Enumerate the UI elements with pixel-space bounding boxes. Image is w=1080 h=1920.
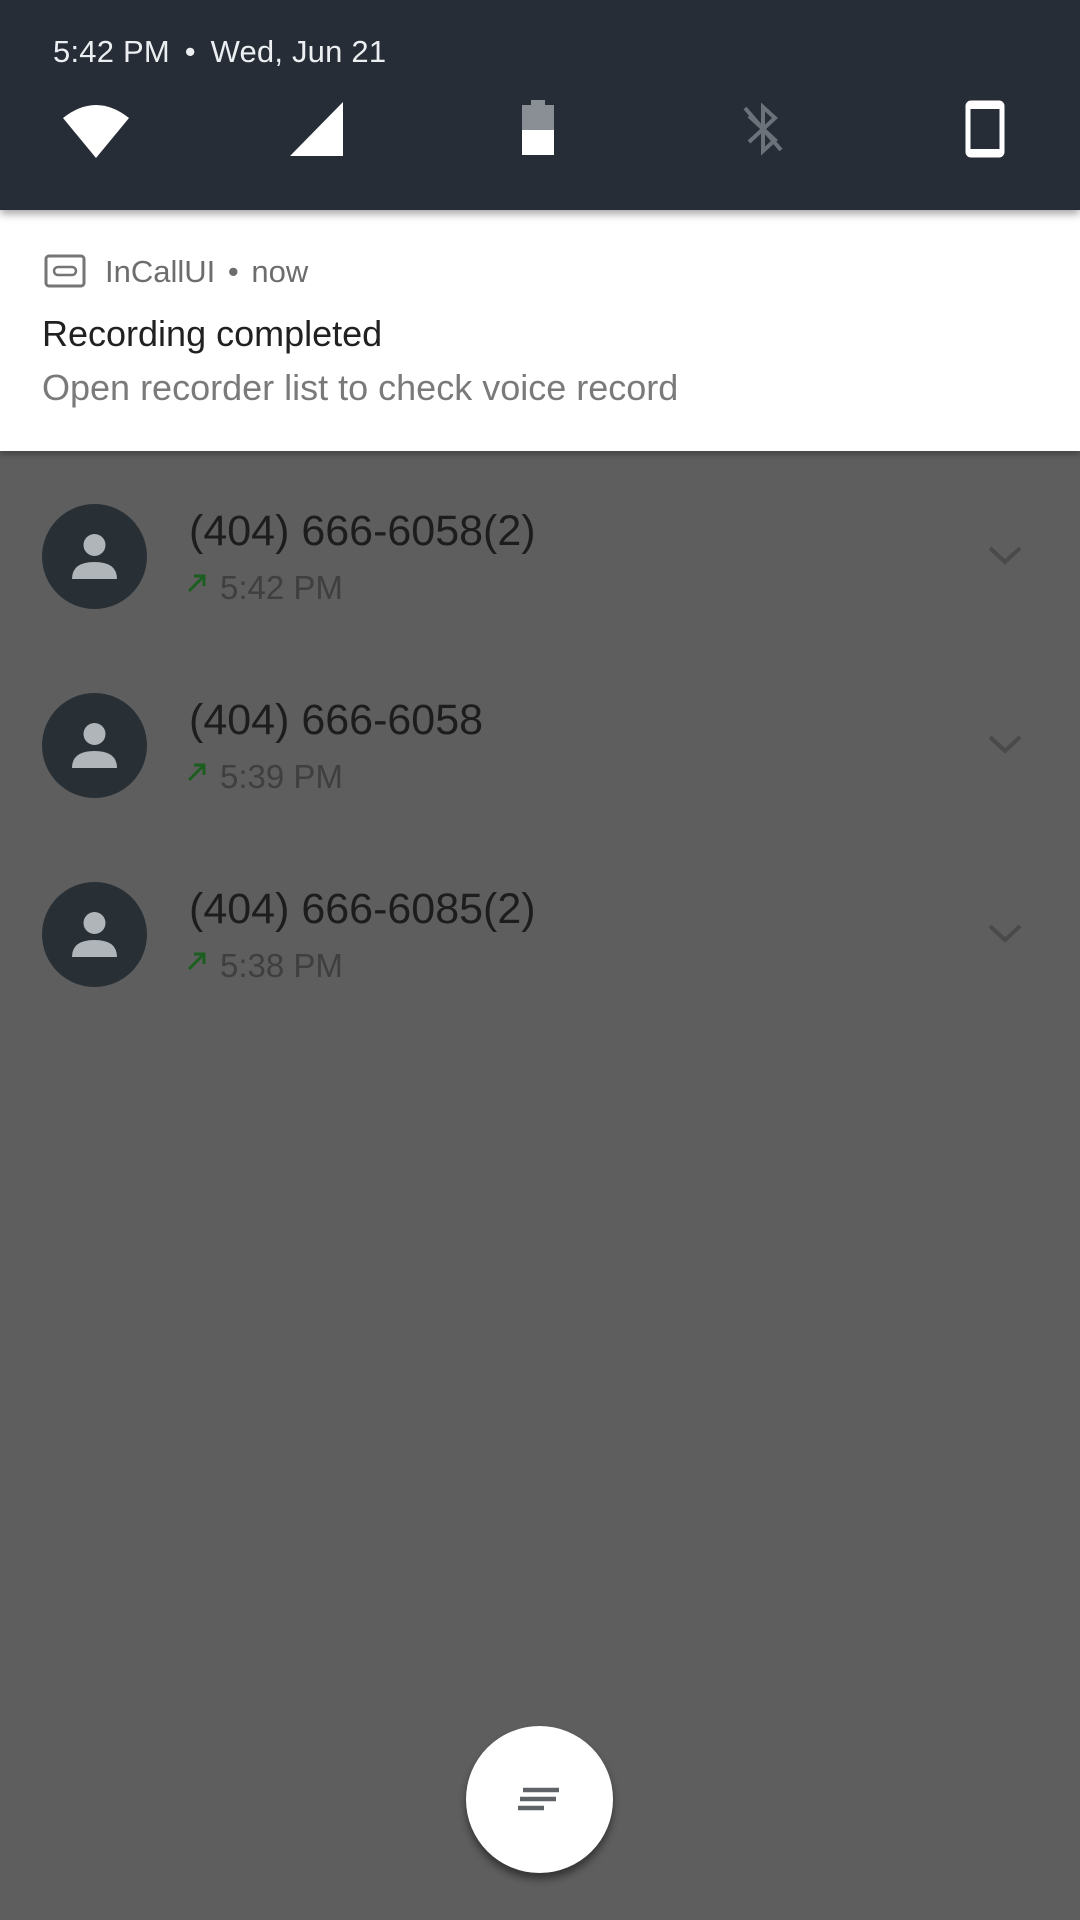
quick-settings-header: 5:42 PM • Wed, Jun 21: [0, 0, 1080, 210]
notes-fab-button[interactable]: [466, 1726, 613, 1873]
chevron-down-icon[interactable]: [985, 732, 1025, 756]
notification-text: Open recorder list to check voice record: [42, 367, 679, 408]
outgoing-call-icon: [187, 952, 206, 971]
call-time: 5:38 PM: [220, 947, 343, 984]
recording-notification[interactable]: InCallUI • now Recording completed Open …: [0, 210, 1080, 451]
chevron-down-icon[interactable]: [985, 543, 1025, 567]
chevron-down-icon[interactable]: [985, 921, 1025, 945]
phone-portrait-icon: [965, 100, 1005, 158]
cell-signal-icon: [290, 102, 343, 156]
call-log-row[interactable]: (404) 666-6085(2) 5:38 PM: [0, 829, 1080, 1018]
notes-list-icon: [518, 1787, 559, 1811]
status-datetime: 5:42 PM • Wed, Jun 21: [53, 34, 386, 70]
cell-signal-tile[interactable]: [290, 100, 344, 170]
status-date: Wed, Jun 21: [210, 34, 387, 69]
bluetooth-tile[interactable]: [741, 100, 785, 170]
status-separator: •: [184, 34, 196, 69]
wifi-icon: [63, 105, 129, 158]
call-time: 5:39 PM: [220, 758, 343, 795]
person-icon: [72, 723, 117, 768]
call-number: (404) 666-6085(2): [189, 885, 536, 933]
voicemail-icon: [44, 254, 86, 288]
notification-header: InCallUI • now: [105, 254, 308, 290]
bluetooth-off-icon: [743, 102, 783, 156]
person-icon: [72, 912, 117, 957]
screen-rotation-tile[interactable]: [965, 100, 1005, 170]
call-log-row[interactable]: (404) 666-6058(2) 5:42 PM: [0, 451, 1080, 640]
person-icon: [72, 534, 117, 579]
call-number: (404) 666-6058(2): [189, 507, 536, 555]
notification-app-name: InCallUI: [105, 254, 216, 289]
call-number: (404) 666-6058: [189, 696, 484, 744]
outgoing-call-icon: [187, 574, 206, 593]
battery-icon: [522, 100, 554, 155]
notification-time: now: [251, 254, 309, 289]
avatar[interactable]: [42, 504, 147, 609]
notification-dot: •: [227, 254, 239, 289]
call-time: 5:42 PM: [220, 569, 343, 606]
avatar[interactable]: [42, 882, 147, 987]
avatar[interactable]: [42, 693, 147, 798]
wifi-tile[interactable]: [62, 100, 130, 170]
status-time: 5:42 PM: [53, 34, 170, 69]
battery-tile[interactable]: [520, 100, 556, 170]
notification-title: Recording completed: [42, 313, 383, 354]
call-log-row[interactable]: (404) 666-6058 5:39 PM: [0, 640, 1080, 829]
outgoing-call-icon: [187, 763, 206, 782]
